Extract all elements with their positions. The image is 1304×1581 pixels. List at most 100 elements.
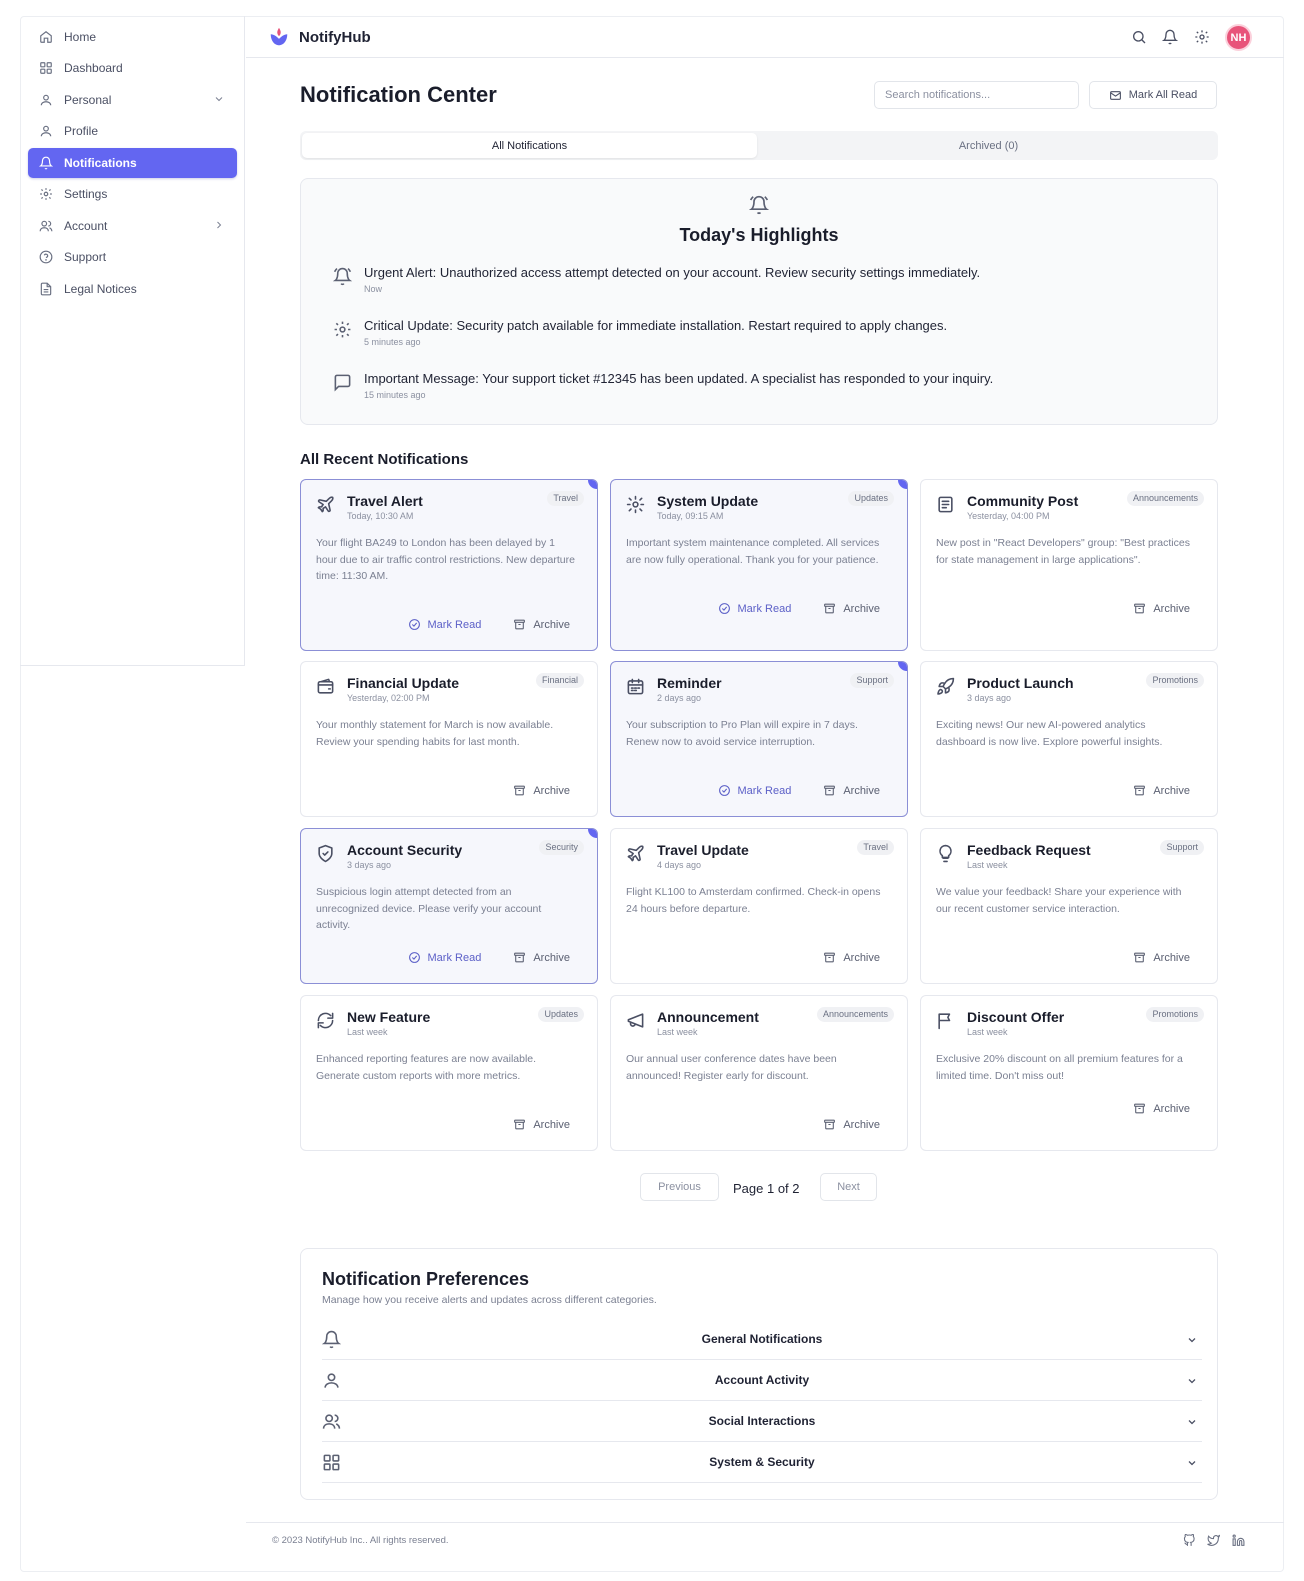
pref-row-general[interactable]: General Notifications <box>322 1319 1202 1360</box>
mark-read-label: Mark Read <box>737 784 792 797</box>
archive-label: Archive <box>1153 602 1190 615</box>
archive-icon <box>514 1119 526 1130</box>
tab-all-notifications[interactable]: All Notifications <box>302 133 757 158</box>
mark-all-read-button[interactable]: Mark All Read <box>1089 81 1217 109</box>
category-badge: Travel <box>547 491 584 506</box>
notification-card[interactable]: Community Post Yesterday, 04:00 PM Announc… <box>920 479 1218 651</box>
notification-card[interactable]: Product Launch 3 days ago Promotions Exciti… <box>920 661 1218 817</box>
sidebar-item-personal[interactable]: Personal <box>28 85 237 115</box>
archive-button[interactable]: Archive <box>823 602 880 615</box>
card-time: Last week <box>967 1027 1008 1037</box>
sidebar-item-dashboard[interactable]: Dashboard <box>28 53 237 83</box>
archive-button[interactable]: Archive <box>1133 784 1190 797</box>
archive-button[interactable]: Archive <box>823 1118 880 1131</box>
archive-button[interactable]: Archive <box>513 784 570 797</box>
notification-card[interactable]: Reminder 2 days ago Support Your subscripti… <box>610 661 908 817</box>
mark-read-button[interactable]: Mark Read <box>718 784 792 797</box>
notification-card[interactable]: Financial Update Yesterday, 02:00 PM Finan… <box>300 661 598 817</box>
twitter-icon[interactable] <box>1207 1534 1220 1547</box>
github-icon[interactable] <box>1183 1534 1196 1547</box>
linkedin-icon[interactable] <box>1232 1534 1245 1547</box>
archive-button[interactable]: Archive <box>823 951 880 964</box>
archive-icon <box>514 952 526 963</box>
notification-card[interactable]: New Feature Last week Updates Enhanced repo… <box>300 995 598 1151</box>
previous-button[interactable]: Previous <box>640 1173 719 1201</box>
alarm-icon <box>749 195 769 215</box>
archive-button[interactable]: Archive <box>1133 602 1190 615</box>
archive-icon <box>1134 1103 1146 1114</box>
card-actions: Archive <box>1101 602 1190 615</box>
notification-card[interactable]: Travel Alert Today, 10:30 AM Travel Your fl… <box>300 479 598 651</box>
archive-button[interactable]: Archive <box>513 951 570 964</box>
gear-icon <box>626 495 645 514</box>
archive-icon <box>514 619 526 630</box>
unread-indicator <box>588 480 597 489</box>
sidebar-item-support[interactable]: Support <box>28 242 237 272</box>
card-title: New Feature <box>347 1009 431 1025</box>
archive-button[interactable]: Archive <box>1133 1102 1190 1115</box>
mark-read-button[interactable]: Mark Read <box>718 602 792 615</box>
plane-icon <box>627 845 644 862</box>
search-icon[interactable] <box>1131 29 1147 45</box>
card-title: Financial Update <box>347 675 460 691</box>
sidebar-item-settings[interactable]: Settings <box>28 179 237 209</box>
pref-row-system-security[interactable]: System & Security <box>322 1442 1202 1483</box>
notification-card[interactable]: System Update Today, 09:15 AM Updates Impor… <box>610 479 908 651</box>
mark-read-button[interactable]: Mark Read <box>408 951 481 964</box>
dashboard-icon <box>40 62 52 74</box>
archive-label: Archive <box>533 1118 570 1131</box>
sidebar-item-label: Settings <box>64 187 108 201</box>
search-input[interactable] <box>874 81 1079 109</box>
mark-read-label: Mark Read <box>737 602 792 615</box>
next-button[interactable]: Next <box>820 1173 877 1201</box>
message-icon <box>334 374 351 392</box>
avatar[interactable]: NH <box>1225 24 1252 51</box>
card-title: System Update <box>657 493 759 509</box>
archive-button[interactable]: Archive <box>823 784 880 797</box>
chevron-down-icon <box>215 97 223 102</box>
home-icon <box>40 31 52 43</box>
sidebar-item-label: Notifications <box>64 156 137 170</box>
highlight-item[interactable]: Urgent Alert: Unauthorized access attemp… <box>333 265 1193 305</box>
card-body: Flight KL100 to Amsterdam confirmed. Che… <box>626 886 881 915</box>
sidebar-item-legal-notices[interactable]: Legal Notices <box>28 274 237 304</box>
tab-archived[interactable]: Archived (0) <box>761 133 1216 158</box>
card-title: Announcement <box>657 1009 759 1025</box>
card-body: Exclusive 20% discount on all premium fe… <box>936 1053 1183 1082</box>
card-title: Feedback Request <box>967 842 1091 858</box>
brand[interactable]: NotifyHub <box>268 26 371 48</box>
sidebar-item-profile[interactable]: Profile <box>28 116 237 146</box>
archive-button[interactable]: Archive <box>1133 951 1190 964</box>
notification-card[interactable]: Feedback Request Last week Support We value… <box>920 828 1218 984</box>
category-badge: Travel <box>857 840 894 855</box>
pref-row-social[interactable]: Social Interactions <box>322 1401 1202 1442</box>
wallet-icon <box>317 678 334 694</box>
gear-icon <box>334 321 351 338</box>
highlight-time: 15 minutes ago <box>364 390 426 400</box>
card-title: Travel Alert <box>347 493 423 509</box>
archive-button[interactable]: Archive <box>513 1118 570 1131</box>
highlight-item[interactable]: Critical Update: Security patch availabl… <box>333 318 1193 358</box>
bell-icon[interactable] <box>1162 29 1178 45</box>
highlight-item[interactable]: Important Message: Your support ticket #… <box>333 371 1193 411</box>
card-title: Product Launch <box>967 675 1074 691</box>
card-actions: Archive <box>481 1118 570 1131</box>
notification-card[interactable]: Travel Update 4 days ago Travel Flight KL10… <box>610 828 908 984</box>
preferences-subtitle: Manage how you receive alerts and update… <box>322 1294 657 1306</box>
flag-icon <box>938 1013 951 1030</box>
notification-card[interactable]: Announcement Last week Announcements Our an… <box>610 995 908 1151</box>
card-title: Travel Update <box>657 842 749 858</box>
notification-card[interactable]: Account Security 3 days ago Security Suspic… <box>300 828 598 984</box>
category-badge: Announcements <box>816 1007 894 1022</box>
category-badge: Support <box>850 673 894 688</box>
mark-read-button[interactable]: Mark Read <box>408 618 481 631</box>
sidebar-item-home[interactable]: Home <box>28 22 237 52</box>
notification-card[interactable]: Discount Offer Last week Promotions Exclusi… <box>920 995 1218 1151</box>
pref-row-account-activity[interactable]: Account Activity <box>322 1360 1202 1401</box>
sidebar-item-account[interactable]: Account <box>28 211 237 241</box>
gear-icon[interactable] <box>1194 29 1210 45</box>
card-body: Important system maintenance completed. … <box>626 537 880 566</box>
page-indicator: Page 1 of 2 <box>733 1181 800 1196</box>
sidebar-item-notifications[interactable]: Notifications <box>28 148 237 178</box>
archive-button[interactable]: Archive <box>513 618 570 631</box>
